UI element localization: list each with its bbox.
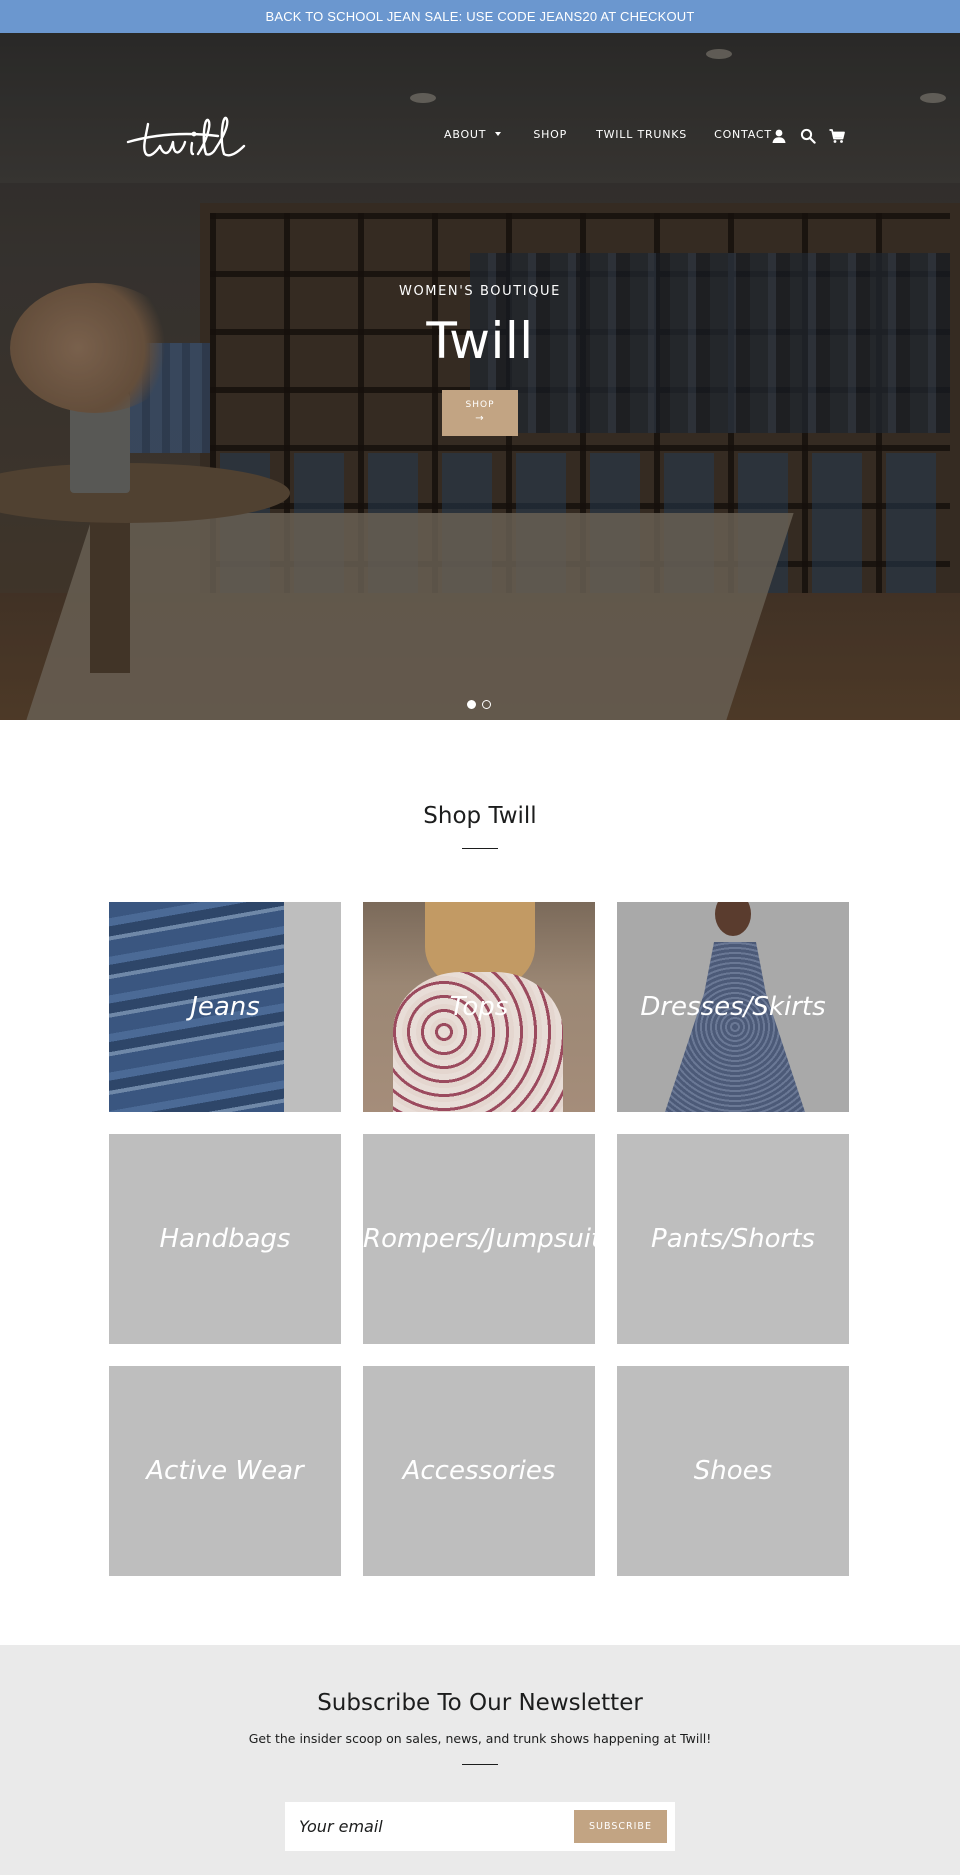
collection-tile-active-wear[interactable]: Active Wear [109, 1366, 341, 1576]
collection-label: Tops [449, 992, 509, 1022]
collection-tile-rompers-jumpsuits[interactable]: Rompers/Jumpsuits [363, 1134, 595, 1344]
nav-about[interactable]: ABOUT [444, 128, 502, 141]
collection-tile-tops[interactable]: Tops [363, 902, 595, 1112]
collection-label: Pants/Shorts [651, 1224, 815, 1254]
nav-about-label: ABOUT [444, 128, 487, 141]
hero-shop-button[interactable]: SHOP → [442, 390, 518, 436]
account-icon[interactable] [771, 128, 787, 144]
collection-tile-handbags[interactable]: Handbags [109, 1134, 341, 1344]
section-divider [462, 848, 498, 849]
collection-label: Handbags [159, 1224, 291, 1254]
collection-label: Shoes [693, 1456, 773, 1486]
newsletter-title: Subscribe To Our Newsletter [317, 1690, 643, 1716]
collection-grid: Jeans Tops Dresses/Skirts Handbags Rompe… [109, 902, 849, 1576]
hero-subtitle: WOMEN'S BOUTIQUE [399, 284, 561, 299]
collection-tile-jeans[interactable]: Jeans [109, 902, 341, 1112]
collection-label: Jeans [190, 992, 260, 1022]
subscribe-button[interactable]: SUBSCRIBE [574, 1810, 667, 1843]
section-divider [462, 1764, 498, 1765]
hero-title: Twill [426, 312, 534, 370]
site-logo[interactable]: twill [126, 112, 282, 164]
collection-label: Dresses/Skirts [640, 992, 826, 1022]
slideshow-dots [467, 700, 491, 709]
collection-tile-pants-shorts[interactable]: Pants/Shorts [617, 1134, 849, 1344]
nav-shop[interactable]: SHOP [533, 128, 567, 141]
collection-label: Rompers/Jumpsuits [363, 1224, 595, 1254]
search-icon[interactable] [800, 128, 816, 144]
collection-tile-accessories[interactable]: Accessories [363, 1366, 595, 1576]
main-nav: ABOUT SHOP TWILL TRUNKS CONTACT [444, 128, 772, 141]
collections-title: Shop Twill [423, 803, 537, 829]
announcement-text: BACK TO SCHOOL JEAN SALE: USE CODE JEANS… [265, 9, 695, 24]
collection-tile-dresses-skirts[interactable]: Dresses/Skirts [617, 902, 849, 1112]
hero-shop-button-label: SHOP [465, 400, 495, 410]
announcement-bar: BACK TO SCHOOL JEAN SALE: USE CODE JEANS… [0, 0, 960, 33]
cart-icon[interactable] [829, 128, 845, 144]
arrow-right-icon: → [475, 413, 485, 424]
nav-twill-trunks[interactable]: TWILL TRUNKS [596, 128, 687, 141]
slide-dot-2[interactable] [482, 700, 491, 709]
newsletter-subtitle: Get the insider scoop on sales, news, an… [248, 1731, 712, 1746]
dress-image [665, 942, 805, 1112]
model-head-image [715, 902, 751, 936]
nav-contact[interactable]: CONTACT [714, 128, 772, 141]
collection-label: Active Wear [146, 1456, 304, 1486]
email-input[interactable] [299, 1810, 569, 1843]
newsletter-form: SUBSCRIBE [285, 1802, 675, 1851]
chevron-down-icon [495, 131, 502, 136]
collection-tile-shoes[interactable]: Shoes [617, 1366, 849, 1576]
collection-label: Accessories [402, 1456, 556, 1486]
slide-dot-1[interactable] [467, 700, 476, 709]
